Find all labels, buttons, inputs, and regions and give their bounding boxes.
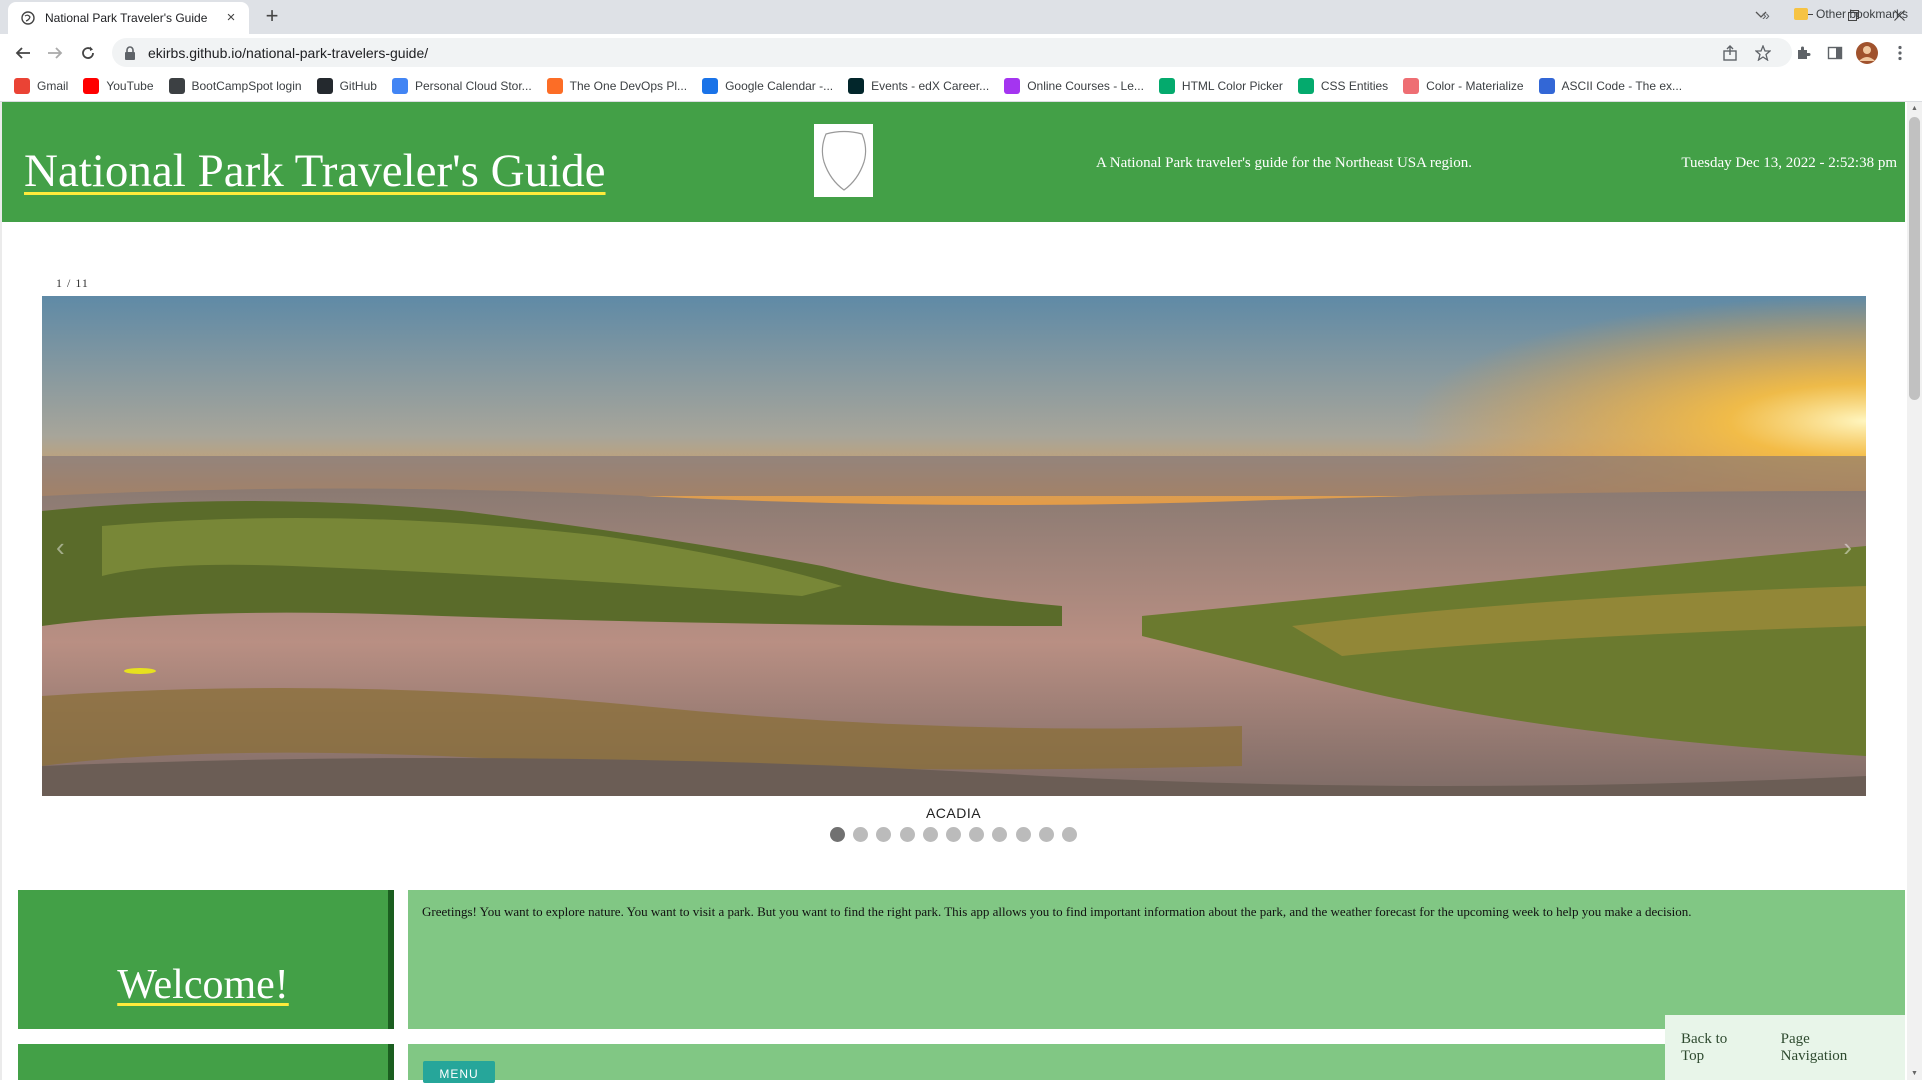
park-image-carousel[interactable]: ‹ › <box>42 296 1866 796</box>
gmail-icon <box>14 78 30 94</box>
carousel-dot[interactable] <box>992 827 1008 842</box>
bookmark-label: Gmail <box>37 79 69 93</box>
carousel-dot[interactable] <box>1015 827 1031 842</box>
bookmark-label: CSS Entities <box>1320 79 1389 93</box>
carousel-dot[interactable] <box>1038 827 1054 842</box>
chrome-menu-icon[interactable] <box>1888 41 1912 65</box>
bookmark-label: Google Calendar -... <box>725 79 834 93</box>
bookmark-label: The One DevOps Pl... <box>569 79 688 93</box>
site-tagline: A National Park traveler's guide for the… <box>1096 155 1472 171</box>
slide-counter: 1 / 11 <box>56 276 89 290</box>
side-panel-icon[interactable] <box>1823 41 1847 65</box>
bookmark-item[interactable]: BootCampSpot login <box>168 78 302 94</box>
welcome-heading[interactable]: Welcome! <box>117 961 289 1009</box>
lock-icon <box>124 45 138 60</box>
bookmark-label: ASCII Code - The ex... <box>1561 79 1683 93</box>
acadia-sunset-image <box>42 296 1866 796</box>
bookmarks-bar: Gmail YouTube BootCampSpot login GitHub Pers… <box>0 71 1922 102</box>
carousel-dot[interactable] <box>876 827 892 842</box>
bookmark-item[interactable]: Personal Cloud Stor... <box>391 78 532 94</box>
carousel-indicators <box>830 827 1085 842</box>
w3schools-icon <box>1158 78 1175 94</box>
carousel-dot[interactable] <box>830 827 845 842</box>
address-bar[interactable]: ekirbs.github.io/national-park-travelers… <box>112 38 1792 67</box>
carousel-next-button[interactable]: › <box>1843 532 1852 563</box>
bookmark-star-icon[interactable] <box>1751 41 1775 65</box>
w3schools-icon <box>1297 78 1314 94</box>
bookmarks-overflow-icon[interactable]: » <box>1762 7 1770 23</box>
carousel-dot[interactable] <box>969 827 985 842</box>
bookmark-label: GitHub <box>339 79 377 93</box>
bookmark-item[interactable]: HTML Color Picker <box>1158 78 1283 94</box>
carousel-dot[interactable] <box>922 827 938 842</box>
browser-toolbar: ekirbs.github.io/national-park-travelers… <box>0 34 1922 71</box>
ascii-icon <box>1538 78 1555 94</box>
extensions-icon[interactable] <box>1791 41 1815 65</box>
udemy-icon <box>1004 78 1021 94</box>
bookmark-item[interactable]: ASCII Code - The ex... <box>1538 78 1683 94</box>
nps-arrowhead-logo <box>814 124 873 197</box>
bookmark-item[interactable]: CSS Entities <box>1297 78 1389 94</box>
bookmark-label: YouTube <box>106 79 154 93</box>
profile-avatar[interactable] <box>1855 41 1879 65</box>
intro-panel: Greetings! You want to explore nature. Y… <box>408 890 1905 1029</box>
calendar-icon <box>702 78 719 94</box>
other-bookmarks-label: Other bookmarks <box>1816 7 1909 21</box>
tab-close-icon[interactable]: × <box>223 10 239 26</box>
scroll-up-arrow-icon[interactable]: ▲ <box>1910 105 1919 112</box>
site-title-link[interactable]: National Park Traveler's Guide <box>24 144 606 198</box>
carousel-prev-button[interactable]: ‹ <box>56 532 65 563</box>
page-viewport: National Park Traveler's Guide A Nationa… <box>0 102 1922 1083</box>
bookmark-label: Events - edX Career... <box>871 79 990 93</box>
folder-icon <box>1794 8 1808 20</box>
carousel-dot[interactable] <box>945 827 961 842</box>
materialize-icon <box>1403 78 1420 94</box>
bookmark-label: HTML Color Picker <box>1181 79 1283 93</box>
scrollbar-thumb[interactable] <box>1909 117 1920 400</box>
current-datetime: Tuesday Dec 13, 2022 - 2:52:38 pm <box>1681 155 1897 171</box>
google-icon <box>391 78 408 94</box>
tab-title: National Park Traveler's Guide <box>45 11 208 25</box>
bookmark-label: Personal Cloud Stor... <box>414 79 532 93</box>
new-tab-button[interactable]: + <box>258 5 286 29</box>
bookmark-item[interactable]: Color - Materialize <box>1403 78 1524 94</box>
bookmark-label: Color - Materialize <box>1426 79 1524 93</box>
youtube-icon <box>83 78 100 94</box>
bookmark-label: BootCampSpot login <box>191 79 302 93</box>
bookmark-item[interactable]: Gmail <box>14 78 68 94</box>
welcome-panel: Welcome! <box>18 890 394 1029</box>
edx-icon <box>848 78 865 94</box>
gitlab-icon <box>546 78 563 94</box>
carousel-dot[interactable] <box>899 827 915 842</box>
secondary-side-panel <box>18 1044 394 1080</box>
bookmark-label: Online Courses - Le... <box>1027 79 1144 93</box>
bookmark-item[interactable]: Google Calendar -... <box>702 78 833 94</box>
carousel-dot[interactable] <box>853 827 869 842</box>
browser-tab-bar: National Park Traveler's Guide × + <box>0 0 1922 34</box>
site-header: National Park Traveler's Guide A Nationa… <box>2 102 1905 222</box>
slide-caption: ACADIA <box>925 805 982 821</box>
page-navigation-link[interactable]: Page Navigation <box>1781 1031 1873 1065</box>
back-to-top-link[interactable]: Back to Top <box>1681 1031 1749 1065</box>
bookmark-item[interactable]: Events - edX Career... <box>848 78 989 94</box>
other-bookmarks[interactable]: Other bookmarks <box>1794 7 1908 21</box>
intro-text: Greetings! You want to explore nature. Y… <box>422 904 1692 919</box>
scroll-down-arrow-icon[interactable]: ▼ <box>1910 1070 1919 1077</box>
bookmark-item[interactable]: Online Courses - Le... <box>1004 78 1144 94</box>
forward-arrow-icon[interactable] <box>42 40 68 66</box>
bookmark-item[interactable]: The One DevOps Pl... <box>546 78 688 94</box>
share-icon[interactable] <box>1718 41 1742 65</box>
floating-nav: Back to Top Page Navigation <box>1665 1015 1905 1080</box>
bootcampspot-icon <box>168 78 185 94</box>
bookmark-item[interactable]: GitHub <box>316 78 377 94</box>
tab-search-icon[interactable] <box>1738 0 1784 30</box>
carousel-dot[interactable] <box>1061 827 1077 842</box>
back-arrow-icon[interactable] <box>10 40 36 66</box>
url-text: ekirbs.github.io/national-park-travelers… <box>148 44 429 61</box>
globe-icon <box>20 10 36 26</box>
github-icon <box>316 78 333 94</box>
browser-tab[interactable]: National Park Traveler's Guide × <box>8 2 249 34</box>
reload-icon[interactable] <box>75 40 101 66</box>
bookmark-item[interactable]: YouTube <box>83 78 154 94</box>
